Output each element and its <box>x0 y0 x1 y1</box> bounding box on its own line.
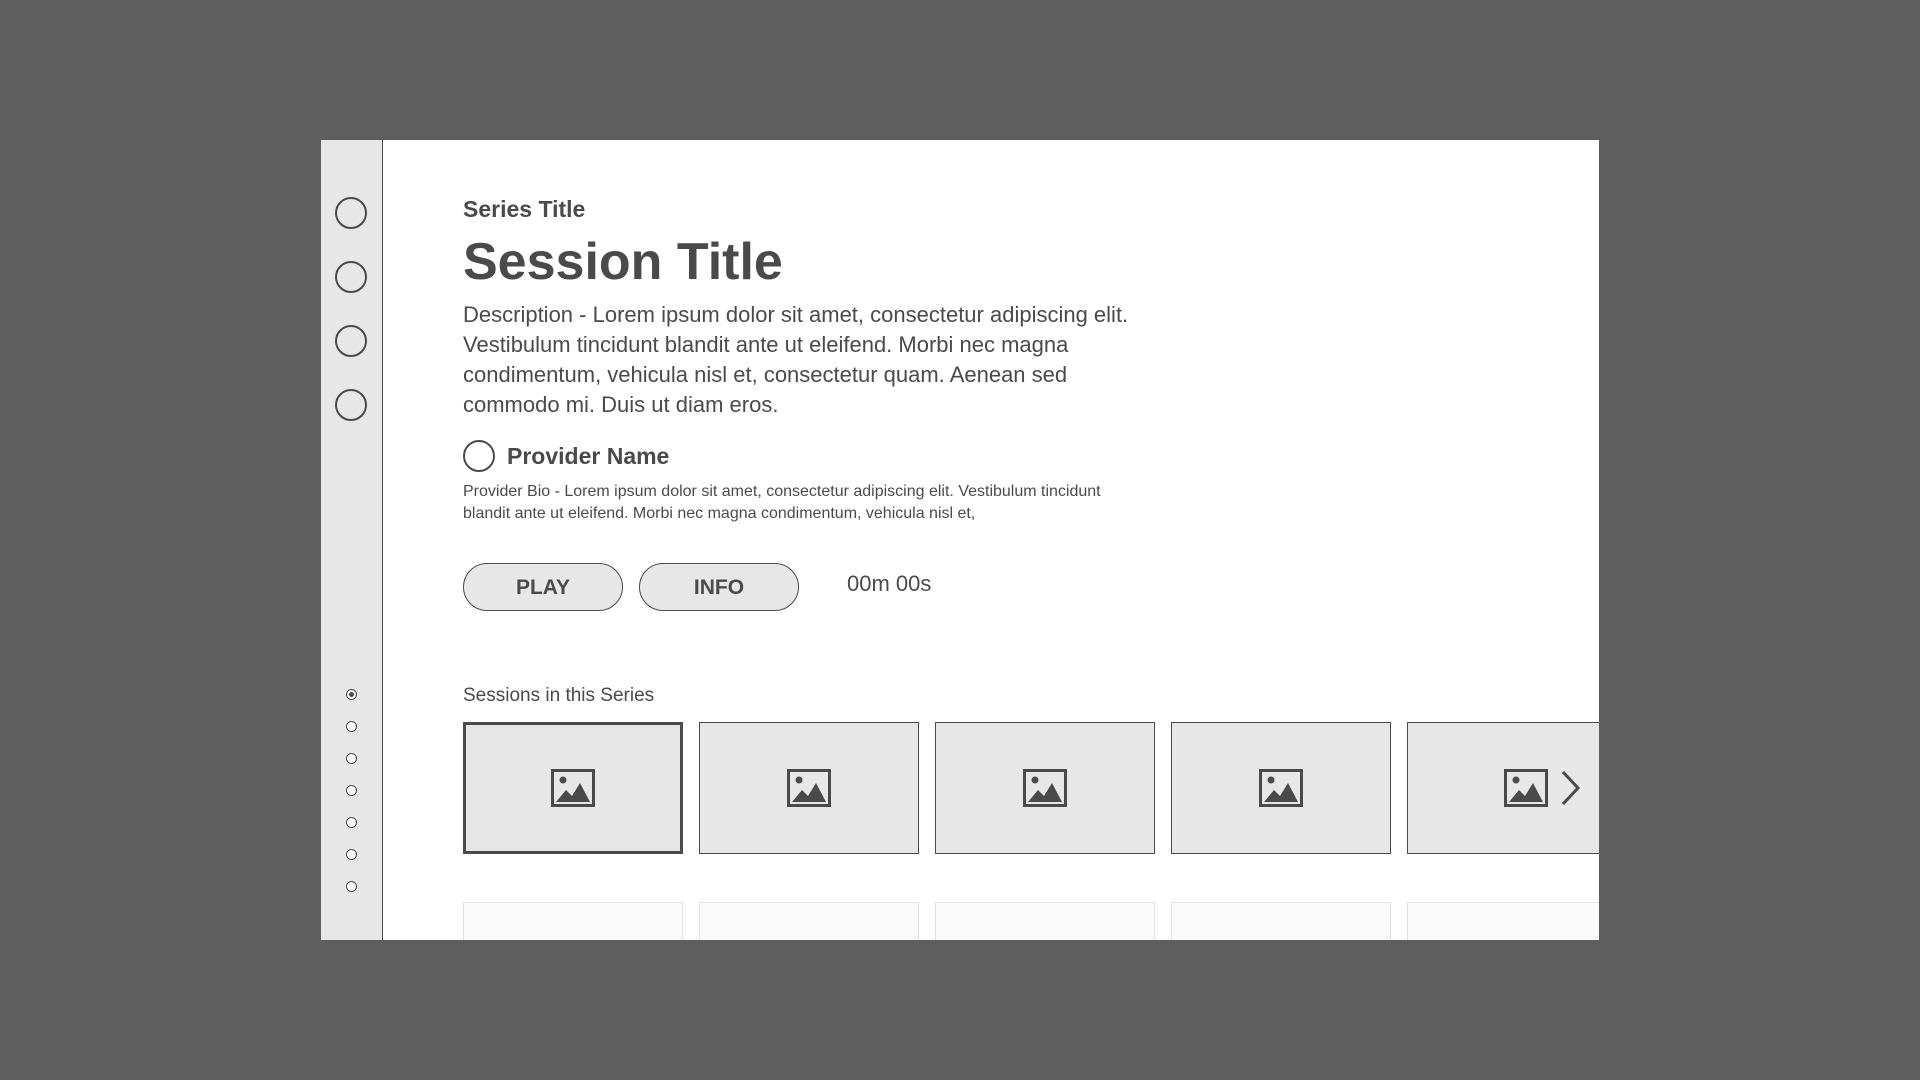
session-detail-panel: Series Title Session Title Description -… <box>463 140 1599 940</box>
provider-avatar <box>463 440 495 472</box>
next-row-thumbnail-4 <box>1171 902 1391 940</box>
session-thumbnail-2[interactable] <box>699 722 919 854</box>
sidebar-nav-item-3[interactable] <box>335 325 367 357</box>
sidebar-nav-item-1[interactable] <box>335 197 367 229</box>
provider-name: Provider Name <box>507 443 670 469</box>
sessions-heading: Sessions in this Series <box>463 685 655 706</box>
next-row-thumbnail-3 <box>935 902 1155 940</box>
page-dot-7[interactable] <box>346 881 357 892</box>
session-duration: 00m 00s <box>847 571 932 596</box>
info-button[interactable]: INFO <box>639 563 799 611</box>
sidebar-nav-item-2[interactable] <box>335 261 367 293</box>
provider-bio: Provider Bio - Lorem ipsum dolor sit ame… <box>463 483 1101 522</box>
sidebar-nav-item-4[interactable] <box>335 389 367 421</box>
play-button[interactable]: PLAY <box>463 563 623 611</box>
series-title: Series Title <box>463 196 586 222</box>
page-dot-3[interactable] <box>346 753 357 764</box>
session-thumbnail-5[interactable] <box>1407 722 1599 854</box>
next-row-thumbnail-5 <box>1407 902 1599 940</box>
next-row-thumbnail-1 <box>463 902 683 940</box>
session-description: Description - Lorem ipsum dolor sit amet… <box>463 302 1129 417</box>
sidebar <box>321 140 383 940</box>
page-dot-6[interactable] <box>346 849 357 860</box>
page-dot-5[interactable] <box>346 817 357 828</box>
image-placeholder-icon <box>1504 769 1548 807</box>
next-row-thumbnail-2 <box>699 902 919 940</box>
session-title: Session Title <box>463 233 783 291</box>
image-placeholder-icon <box>1023 769 1067 807</box>
session-thumbnail-1[interactable] <box>463 722 683 854</box>
image-placeholder-icon <box>551 769 595 807</box>
session-thumbnail-4[interactable] <box>1171 722 1391 854</box>
chevron-right-icon[interactable] <box>1558 768 1582 808</box>
app-window: Series Title Session Title Description -… <box>321 140 1599 940</box>
page-dot-1[interactable] <box>346 689 357 700</box>
page-dot-4[interactable] <box>346 785 357 796</box>
session-thumbnail-3[interactable] <box>935 722 1155 854</box>
image-placeholder-icon <box>787 769 831 807</box>
image-placeholder-icon <box>1259 769 1303 807</box>
page-dot-2[interactable] <box>346 721 357 732</box>
